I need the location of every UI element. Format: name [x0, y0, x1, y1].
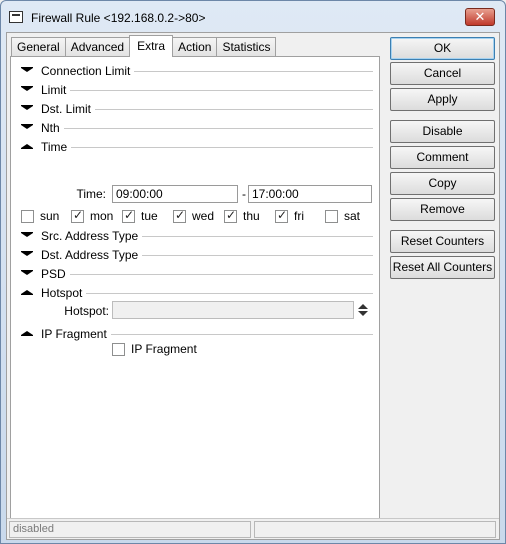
- up-down-arrows-icon[interactable]: [358, 304, 368, 318]
- section-time[interactable]: Time: [21, 139, 373, 155]
- hotspot-select[interactable]: [112, 301, 354, 319]
- section-ip-fragment[interactable]: IP Fragment: [21, 326, 373, 342]
- hotspot-label: Hotspot:: [64, 304, 109, 318]
- ip-fragment-option[interactable]: IP Fragment: [112, 342, 197, 356]
- reset-all-counters-button[interactable]: Reset All Counters: [390, 256, 495, 279]
- checkbox-tue[interactable]: [122, 208, 135, 223]
- section-label: Dst. Address Type: [41, 248, 139, 262]
- expand-icon[interactable]: [21, 85, 33, 95]
- day-label: mon: [90, 209, 114, 223]
- comment-button[interactable]: Comment: [390, 146, 495, 169]
- day-sat[interactable]: sat: [325, 209, 360, 223]
- section-divider: [70, 89, 373, 91]
- cancel-button[interactable]: Cancel: [390, 62, 495, 85]
- apply-button[interactable]: Apply: [390, 88, 495, 111]
- firewall-rule-window: Firewall Rule <192.168.0.2->80> ✕ Genera…: [0, 0, 506, 544]
- remove-button[interactable]: Remove: [390, 198, 495, 221]
- day-label: thu: [243, 209, 260, 223]
- collapse-icon[interactable]: [21, 288, 33, 298]
- section-connection-limit[interactable]: Connection Limit: [21, 63, 373, 79]
- status-text: disabled: [9, 521, 251, 538]
- time-from-input[interactable]: 09:00:00: [112, 185, 238, 203]
- time-separator: -: [242, 187, 246, 201]
- day-label: wed: [192, 209, 215, 223]
- section-limit[interactable]: Limit: [21, 82, 373, 98]
- ok-button[interactable]: OK: [390, 37, 495, 60]
- expand-icon[interactable]: [21, 269, 33, 279]
- day-fri[interactable]: fri: [275, 208, 304, 223]
- day-label: sat: [344, 209, 361, 223]
- checkbox-thu[interactable]: [224, 208, 237, 223]
- tab-extra[interactable]: Extra: [129, 35, 174, 57]
- day-mon[interactable]: mon: [71, 208, 114, 223]
- expand-icon[interactable]: [21, 123, 33, 133]
- day-thu[interactable]: thu: [224, 208, 260, 223]
- section-label: Time: [41, 140, 68, 154]
- checkbox-wed[interactable]: [173, 208, 186, 223]
- day-label: tue: [141, 209, 158, 223]
- tab-advanced[interactable]: Advanced: [64, 37, 131, 57]
- section-divider: [69, 273, 373, 275]
- collapse-icon[interactable]: [21, 142, 33, 152]
- day-sun[interactable]: sun: [21, 209, 59, 223]
- status-bar: disabled: [7, 518, 499, 539]
- section-label: Dst. Limit: [41, 102, 92, 116]
- checkbox-sun[interactable]: [21, 209, 34, 223]
- day-label: fri: [294, 209, 304, 223]
- section-divider: [110, 333, 373, 335]
- disable-button[interactable]: Disable: [390, 120, 495, 143]
- day-wed[interactable]: wed: [173, 208, 215, 223]
- time-label: Time:: [76, 187, 106, 201]
- checkbox-ip-fragment[interactable]: [112, 342, 125, 356]
- copy-button[interactable]: Copy: [390, 172, 495, 195]
- section-divider: [95, 108, 373, 110]
- tab-general[interactable]: General: [11, 37, 66, 57]
- expand-icon[interactable]: [21, 250, 33, 260]
- section-label: Hotspot: [41, 286, 83, 300]
- expand-icon[interactable]: [21, 231, 33, 241]
- section-label: Nth: [41, 121, 60, 135]
- section-label: Connection Limit: [41, 64, 131, 78]
- tab-statistics[interactable]: Statistics: [216, 37, 277, 57]
- section-dst-limit[interactable]: Dst. Limit: [21, 101, 373, 117]
- section-label: IP Fragment: [41, 327, 107, 341]
- time-to-input[interactable]: 17:00:00: [248, 185, 372, 203]
- dialog-client: General Advanced Extra Action Statistics…: [6, 32, 500, 540]
- section-divider: [63, 127, 373, 129]
- window-title: Firewall Rule <192.168.0.2->80>: [31, 11, 206, 25]
- section-divider: [142, 254, 373, 256]
- section-dst-address-type[interactable]: Dst. Address Type: [21, 247, 373, 263]
- section-nth[interactable]: Nth: [21, 120, 373, 136]
- section-divider: [86, 292, 373, 294]
- day-label: sun: [40, 209, 60, 223]
- section-label: PSD: [41, 267, 66, 281]
- extra-tab-panel: Connection Limit Limit Dst. Limit Nth Ti: [10, 56, 380, 519]
- day-tue[interactable]: tue: [122, 208, 158, 223]
- tab-action[interactable]: Action: [172, 37, 218, 57]
- section-divider: [134, 70, 373, 72]
- section-hotspot[interactable]: Hotspot: [21, 285, 373, 301]
- section-divider: [142, 235, 373, 237]
- section-src-address-type[interactable]: Src. Address Type: [21, 228, 373, 244]
- collapse-icon[interactable]: [21, 329, 33, 339]
- expand-icon[interactable]: [21, 66, 33, 76]
- checkbox-fri[interactable]: [275, 208, 288, 223]
- section-psd[interactable]: PSD: [21, 266, 373, 282]
- status-secondary: [254, 521, 496, 538]
- tab-bar: General Advanced Extra Action Statistics: [11, 35, 277, 57]
- checkbox-sat[interactable]: [325, 209, 338, 223]
- expand-icon[interactable]: [21, 104, 33, 114]
- ip-fragment-label: IP Fragment: [131, 342, 197, 356]
- window-icon: [9, 11, 23, 23]
- reset-counters-button[interactable]: Reset Counters: [390, 230, 495, 253]
- checkbox-mon[interactable]: [71, 208, 84, 223]
- title-bar[interactable]: Firewall Rule <192.168.0.2->80> ✕: [1, 1, 505, 31]
- close-button[interactable]: ✕: [465, 8, 495, 26]
- section-divider: [71, 146, 373, 148]
- section-label: Src. Address Type: [41, 229, 139, 243]
- section-label: Limit: [41, 83, 67, 97]
